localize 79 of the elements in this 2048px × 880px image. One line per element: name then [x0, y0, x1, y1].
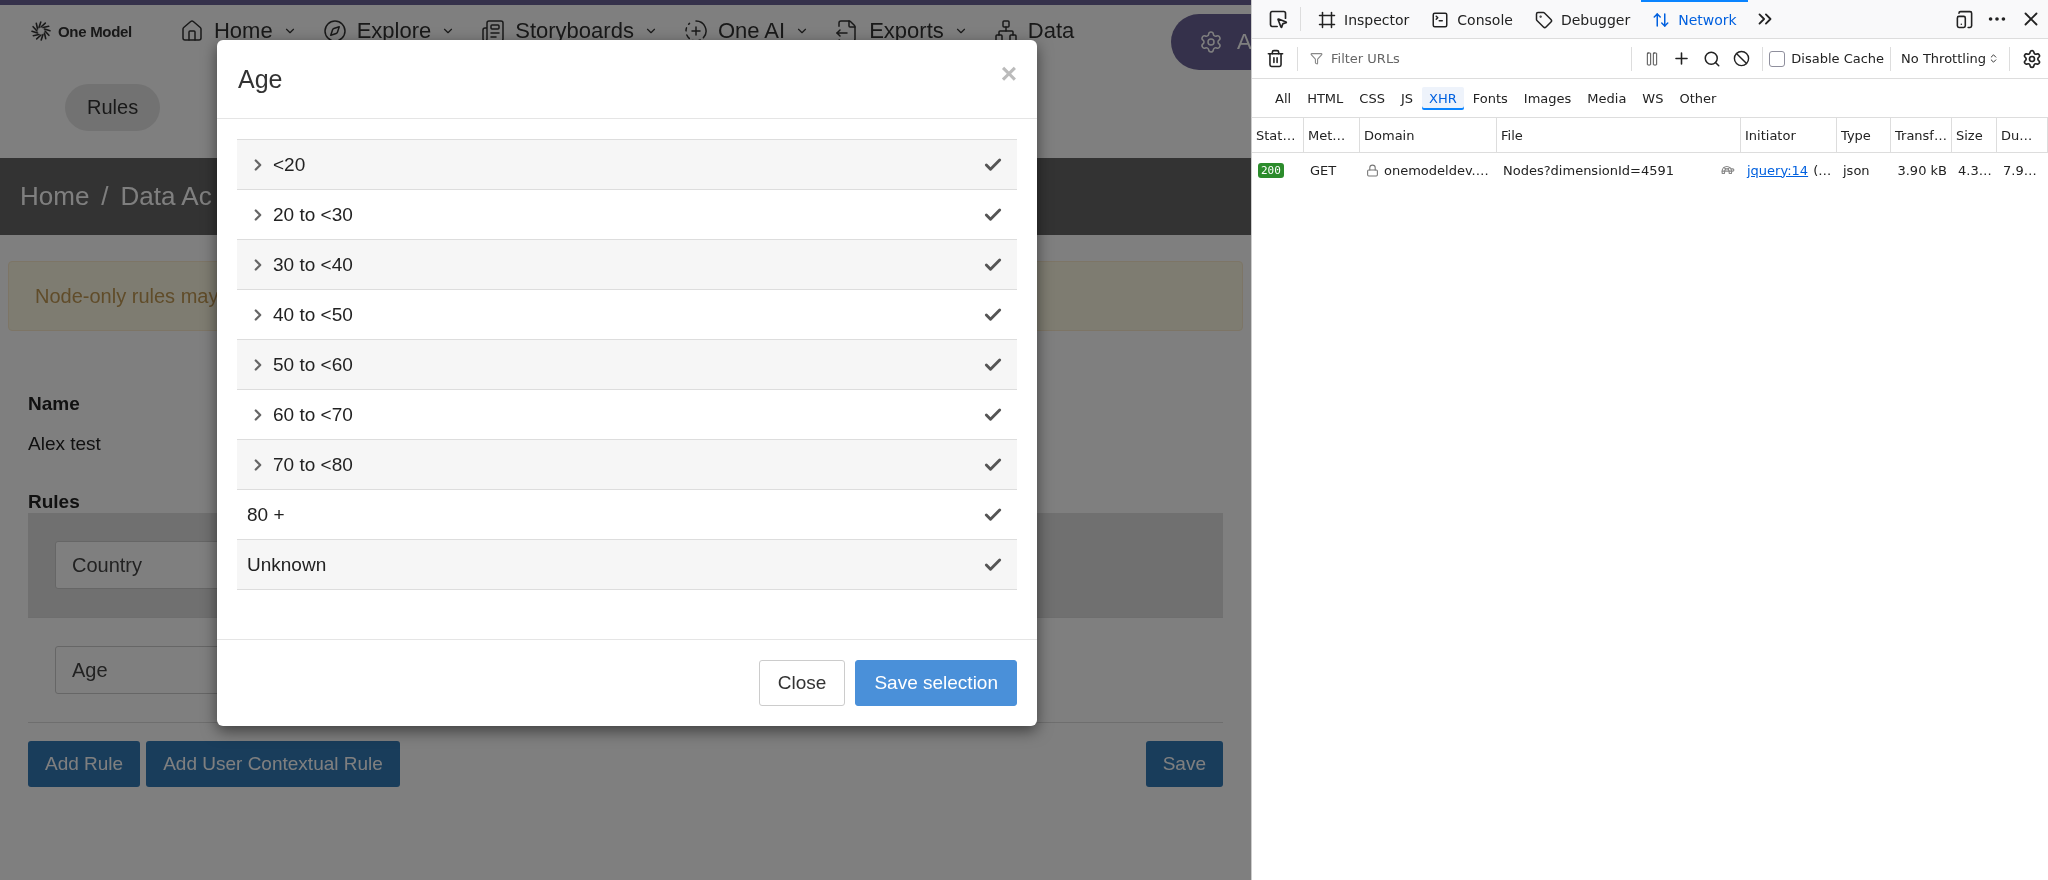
devtools-tab[interactable]: Console	[1420, 0, 1524, 38]
devtools-tab[interactable]: Inspector	[1307, 0, 1421, 38]
lock-icon	[1366, 163, 1379, 177]
logo-text: One Model	[58, 22, 132, 40]
list-row[interactable]: 50 to <60	[237, 340, 1017, 390]
type-filter[interactable]: HTML	[1300, 86, 1351, 110]
subnav-tab[interactable]: Rules	[65, 84, 161, 131]
type-filter[interactable]: JS	[1393, 86, 1420, 110]
column-header[interactable]: Du…	[1997, 118, 2048, 153]
column-header[interactable]: Type	[1837, 118, 1891, 153]
debugger-tab-icon	[1534, 11, 1553, 29]
updown-arrows-icon	[1988, 53, 1999, 64]
column-header[interactable]: Initiator	[1741, 118, 1837, 153]
list-row[interactable]: 30 to <40	[237, 240, 1017, 290]
checkbox-label: Disable Cache	[1791, 51, 1885, 66]
type-filter[interactable]: WS	[1635, 86, 1671, 110]
column-header[interactable]: File	[1497, 118, 1741, 153]
modal-title: Age	[238, 64, 283, 94]
table-cell: json	[1843, 162, 1870, 178]
type-filter[interactable]: XHR	[1422, 86, 1464, 110]
list-row[interactable]: 70 to <80	[237, 440, 1017, 490]
logo-icon	[30, 20, 52, 42]
nav-item[interactable]: Exports	[835, 18, 968, 44]
row-label: 40 to <50	[273, 303, 354, 326]
nav-icon	[180, 19, 204, 43]
table-cell: (…	[1813, 162, 1832, 178]
filter-icon	[1310, 52, 1323, 65]
type-filter[interactable]: Images	[1516, 86, 1579, 110]
rules-label: Rules	[28, 491, 80, 513]
turtle-icon	[1721, 163, 1735, 177]
devtools-tab[interactable]: Debugger	[1523, 0, 1642, 38]
nav-icon	[322, 19, 347, 43]
breadcrumb-item: Data Ac	[120, 181, 212, 212]
initiator-link[interactable]: jquery:14	[1747, 162, 1809, 178]
row-label: <20	[273, 153, 307, 176]
nav-item[interactable]: Home	[180, 18, 297, 44]
row-label: 60 to <70	[273, 403, 354, 426]
table-cell: 3.90 kB	[1897, 162, 1947, 178]
row-label: 80 +	[247, 503, 286, 526]
row-label: Unknown	[247, 553, 328, 576]
type-filter[interactable]: Fonts	[1465, 86, 1515, 110]
column-header[interactable]: Size	[1952, 118, 1997, 153]
type-filter[interactable]: CSS	[1352, 86, 1392, 110]
type-filter[interactable]: Media	[1580, 86, 1634, 110]
column-header[interactable]: Transf…	[1891, 118, 1952, 153]
table-cell: 4.3…	[1958, 162, 1992, 178]
table-cell: onemodeldev.…	[1384, 162, 1489, 178]
column-header[interactable]: Domain	[1360, 118, 1497, 153]
row-label: 70 to <80	[273, 453, 354, 476]
type-filter[interactable]: Other	[1672, 86, 1724, 110]
status-badge: 200	[1258, 162, 1284, 178]
name-value: Alex test	[28, 433, 101, 455]
table-cell: Nodes?dimensionId=4591	[1503, 162, 1674, 178]
network-tab-icon	[1652, 11, 1671, 29]
type-filter[interactable]: All	[1268, 86, 1299, 110]
breadcrumb-separator: /	[101, 181, 109, 212]
checkbox[interactable]	[1769, 50, 1786, 67]
throttling-select[interactable]: No Throttling	[1897, 51, 2003, 66]
nav-icon	[683, 19, 708, 43]
table-cell: 7.9…	[2003, 162, 2037, 178]
column-header[interactable]: Stat…	[1252, 118, 1304, 153]
nav-icon	[481, 19, 506, 43]
close-button[interactable]: Close	[758, 660, 846, 706]
name-label: Name	[28, 393, 80, 415]
devtools-tab[interactable]: Network	[1641, 0, 1748, 38]
list-row[interactable]: <20	[237, 140, 1017, 190]
nav-item[interactable]: Data	[993, 18, 1075, 44]
column-header[interactable]: Met…	[1304, 118, 1360, 153]
nav-item[interactable]: Explore	[322, 18, 456, 44]
row-label: 20 to <30	[273, 203, 354, 226]
table-cell: GET	[1310, 162, 1337, 178]
nav-item[interactable]: Storyboards	[481, 18, 658, 44]
inspector-tab-icon	[1318, 11, 1336, 29]
nav-icon	[993, 19, 1018, 43]
nav-item[interactable]: One AI	[683, 18, 810, 44]
row-label: 50 to <60	[273, 353, 354, 376]
console-tab-icon	[1431, 11, 1450, 29]
list-row[interactable]: Unknown	[237, 540, 1017, 590]
gear-icon	[1199, 30, 1223, 54]
